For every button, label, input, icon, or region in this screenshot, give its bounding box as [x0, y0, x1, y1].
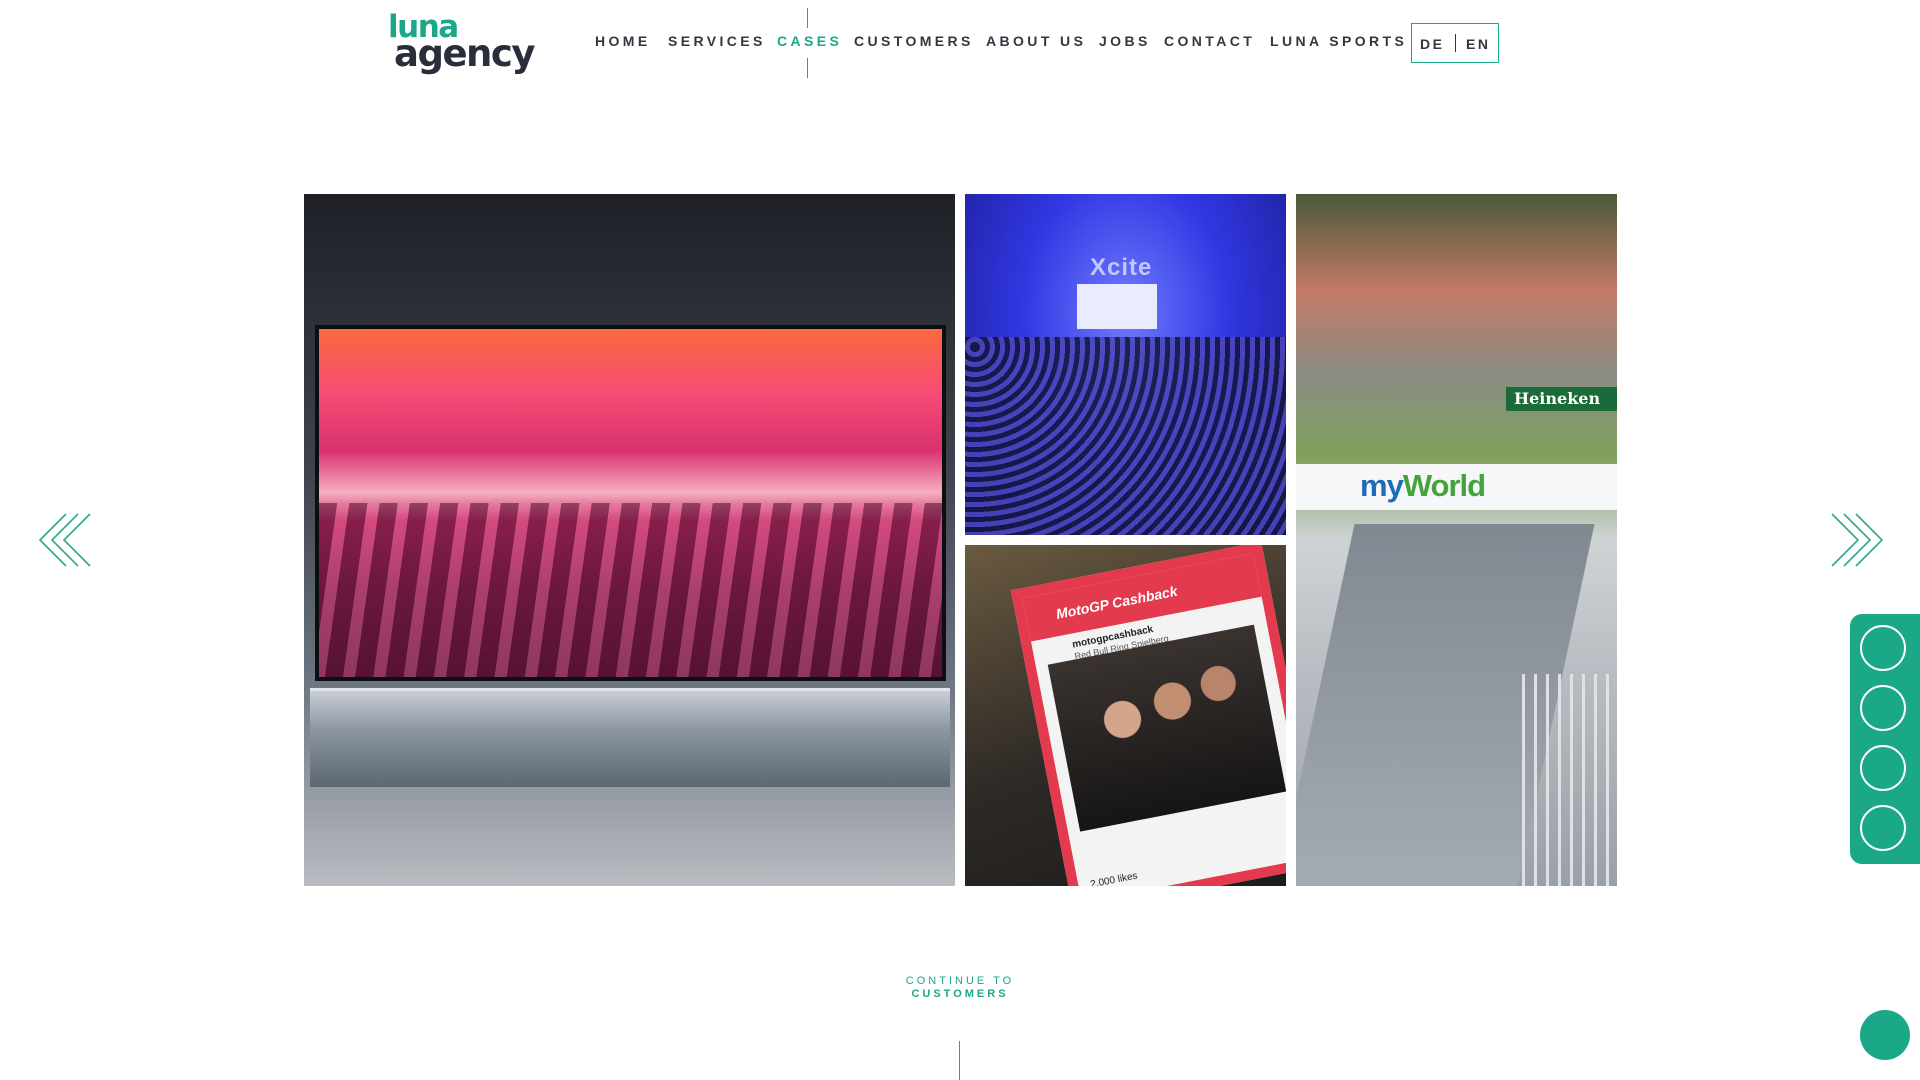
lang-en[interactable]: EN: [1466, 36, 1490, 52]
social-circle-icon[interactable]: [1860, 805, 1906, 851]
active-indicator-bottom: [807, 58, 808, 78]
active-indicator-top: [807, 8, 808, 28]
sponsor-board: Heineken: [1506, 387, 1617, 411]
social-circle-icon[interactable]: [1860, 685, 1906, 731]
track-banner: myWorld: [1296, 464, 1617, 510]
social-sidebar: [1850, 614, 1920, 864]
lang-de[interactable]: DE: [1420, 36, 1444, 52]
nav-home[interactable]: HOME: [595, 33, 651, 49]
case-tile-conference[interactable]: Xcite: [965, 194, 1286, 535]
case-tile-racing[interactable]: Heineken myWorld: [1296, 194, 1617, 886]
nav-customers[interactable]: CUSTOMERS: [854, 33, 974, 49]
conference-stage: [1077, 284, 1157, 329]
language-switcher: DE EN: [1411, 23, 1499, 63]
banner-brand: myWorld: [1360, 468, 1486, 504]
tv-rock-landscape: [319, 503, 942, 677]
case-tile-motogp[interactable]: MotoGP Cashback motogpcashback Red Bull …: [965, 545, 1286, 886]
lang-divider: [1455, 34, 1456, 52]
nav-about-us[interactable]: ABOUT US: [986, 33, 1086, 49]
tv-stand-image: [310, 688, 950, 787]
nav-jobs[interactable]: JOBS: [1099, 33, 1151, 49]
nav-luna-sports[interactable]: LUNA SPORTS: [1270, 33, 1407, 49]
double-chevron-right-icon[interactable]: [1826, 508, 1886, 572]
case-tile-tv[interactable]: [304, 194, 955, 886]
double-chevron-left-icon[interactable]: [36, 508, 96, 572]
continue-divider: [959, 1041, 960, 1080]
tv-screen-image: [315, 325, 946, 681]
social-circle-icon[interactable]: [1860, 625, 1906, 671]
banner-brand-part-2: World: [1402, 468, 1486, 503]
social-circle-icon[interactable]: [1860, 745, 1906, 791]
frame-likes: 2.000 likes: [1089, 870, 1139, 886]
chat-bubble-icon[interactable]: [1860, 1010, 1910, 1060]
continue-label: CONTINUE TO: [905, 975, 1015, 987]
logo[interactable]: luna agency: [388, 10, 535, 73]
logo-line-2: agency: [394, 32, 535, 75]
track-fence: [1522, 674, 1617, 886]
conference-audience: [965, 337, 1286, 535]
continue-link[interactable]: CUSTOMERS: [0, 988, 1920, 1000]
nav-cases[interactable]: CASES: [777, 33, 842, 49]
nav-services[interactable]: SERVICES: [668, 33, 766, 49]
conference-logo: Xcite: [1090, 254, 1153, 281]
nav-contact[interactable]: CONTACT: [1164, 33, 1255, 49]
site-header: luna agency HOME SERVICES CASES CUSTOMER…: [0, 0, 1920, 90]
instagram-frame: MotoGP Cashback motogpcashback Red Bull …: [1010, 545, 1286, 886]
banner-brand-part-1: my: [1360, 468, 1404, 503]
